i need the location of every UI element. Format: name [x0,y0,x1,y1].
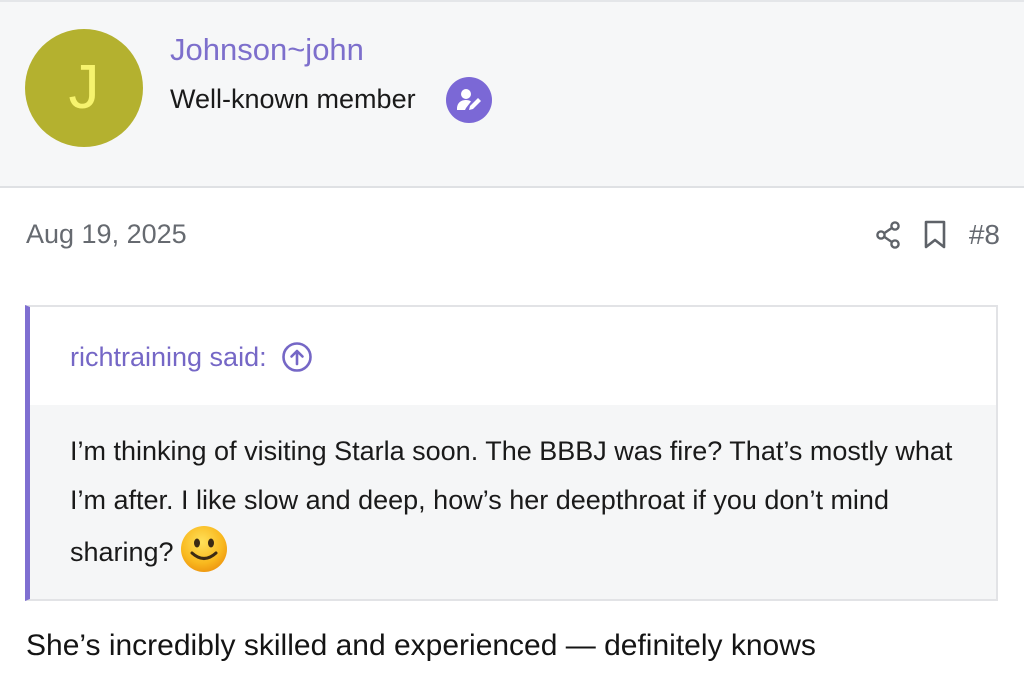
share-icon[interactable] [875,221,901,249]
avatar[interactable]: J [25,29,143,147]
quote-author[interactable]: richtraining said: [70,342,267,373]
arrow-up-circle-icon[interactable] [281,341,313,373]
smiley-emoji [180,525,228,589]
post-date[interactable]: Aug 19, 2025 [26,219,187,250]
post-actions: #8 [875,214,1000,256]
user-title: Well-known member [170,84,416,114]
quote-header[interactable]: richtraining said: [70,341,313,373]
quote-block: richtraining said: I’m thinking of visit… [25,305,998,601]
user-pen-icon[interactable] [446,77,492,123]
quote-content: I’m thinking of visiting Starla soon. Th… [30,405,996,599]
post-number-link[interactable]: #8 [969,219,1000,251]
bookmark-icon[interactable] [923,220,947,250]
username-link[interactable]: Johnson~john [170,32,364,68]
post-body-text: She’s incredibly skilled and experienced… [26,629,816,662]
user-header: J Johnson~john Well-known member [0,0,1024,188]
avatar-letter: J [68,53,100,122]
